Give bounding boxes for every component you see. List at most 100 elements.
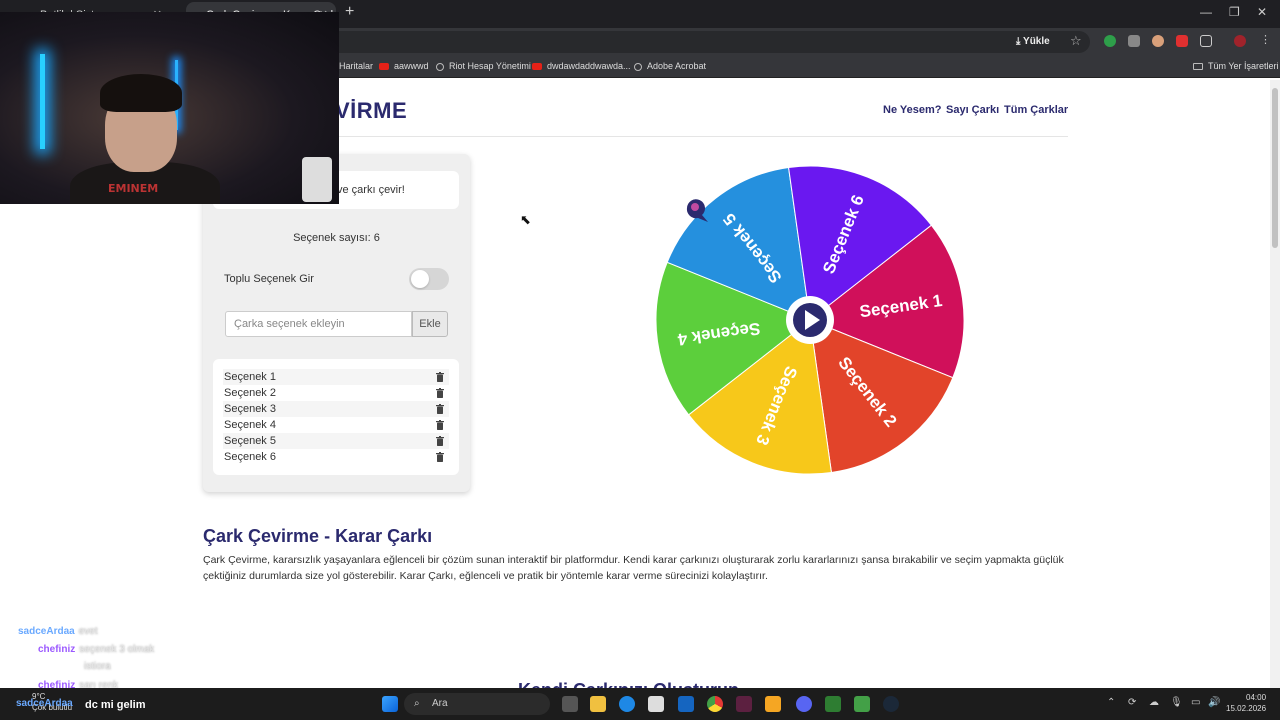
- app-icon[interactable]: [736, 696, 752, 712]
- options-panel: ve çarkı çevir! Seçenek sayısı: 6 Toplu …: [203, 154, 470, 492]
- section-paragraph: Çark Çevirme, kararsızlık yaşayanlara eğ…: [203, 554, 1064, 582]
- nav-link-ne-yesem[interactable]: Ne Yesem?: [883, 104, 942, 116]
- webcam-overlay: EMINEM: [0, 12, 339, 204]
- tray-icon[interactable]: ⟳: [1128, 697, 1136, 708]
- list-item: Seçenek 6: [223, 449, 449, 465]
- chat-message: sadceArdaa evet: [18, 626, 98, 637]
- option-input[interactable]: [225, 311, 412, 337]
- discord-icon[interactable]: [796, 696, 812, 712]
- chrome-icon[interactable]: [707, 696, 723, 712]
- trash-icon[interactable]: [436, 420, 444, 430]
- extension-icon[interactable]: [1128, 35, 1140, 47]
- extension-icon[interactable]: [1104, 35, 1116, 47]
- network-icon[interactable]: ▭: [1191, 697, 1200, 708]
- bulk-entry-toggle[interactable]: [409, 268, 449, 290]
- windows-start-icon[interactable]: [382, 696, 398, 712]
- chat-user: chefiniz: [38, 644, 76, 655]
- volume-icon[interactable]: 🔊: [1208, 697, 1220, 708]
- bookmark-label: dwdawdaddwawda...: [547, 61, 631, 71]
- bookmark-label: Riot Hesap Yönetimi: [449, 61, 531, 71]
- system-clock[interactable]: 04:00 15.02.2026: [1226, 692, 1266, 714]
- edge-icon[interactable]: [619, 696, 635, 712]
- bookmark-star-icon[interactable]: ☆: [1070, 33, 1082, 49]
- mouse-cursor-icon: ⬉: [520, 212, 531, 227]
- all-bookmarks-label: Tüm Yer İşaretleri: [1208, 61, 1279, 71]
- globe-icon: [436, 62, 444, 71]
- scroll-thumb[interactable]: [1272, 88, 1278, 248]
- wheel-pointer-icon: [686, 199, 708, 222]
- chat-message: istiora: [80, 661, 111, 672]
- mic-icon[interactable]: 🎙: [1170, 697, 1183, 708]
- chat-user: sadceArdaa: [16, 698, 73, 709]
- led-light: [40, 54, 45, 149]
- tray-icon[interactable]: ☁: [1149, 697, 1159, 708]
- chat-text: seçenek 3 olmak: [79, 644, 155, 655]
- menu-dots-icon[interactable]: ⋮: [1260, 33, 1272, 46]
- option-label: Seçenek 1: [224, 371, 276, 383]
- nav-link-tum-carklar[interactable]: Tüm Çarklar: [1004, 104, 1068, 116]
- mail-icon[interactable]: [678, 696, 694, 712]
- bookmark-item[interactable]: dwdawdaddwawda...: [532, 61, 631, 71]
- bookmark-label: Adobe Acrobat: [647, 61, 707, 71]
- chat-text: istiora: [84, 661, 111, 672]
- install-button[interactable]: ⤓ Yükle: [1016, 33, 1050, 51]
- chat-user: sadceArdaa: [18, 626, 75, 637]
- trash-icon[interactable]: [436, 372, 444, 382]
- option-label: Seçenek 2: [224, 387, 276, 399]
- list-item: Seçenek 3: [223, 401, 449, 417]
- bookmark-item[interactable]: Riot Hesap Yönetimi: [436, 61, 531, 71]
- chat-text: evet: [78, 626, 98, 637]
- mug: [302, 157, 332, 202]
- list-item: Seçenek 5: [223, 433, 449, 449]
- list-item: Seçenek 4: [223, 417, 449, 433]
- section-heading-2: Kendi Çarkınızı Oluşturun: [518, 680, 739, 688]
- add-option-button[interactable]: Ekle: [412, 311, 448, 337]
- globe-icon: [634, 62, 642, 71]
- chevron-up-icon[interactable]: ⌃: [1107, 697, 1115, 708]
- task-view-icon[interactable]: [562, 696, 578, 712]
- profile-icon[interactable]: [1234, 35, 1246, 47]
- section-heading: Çark Çevirme - Karar Çarkı: [203, 526, 433, 546]
- close-window-icon[interactable]: ✕: [1257, 5, 1267, 19]
- bookmark-item[interactable]: Adobe Acrobat: [634, 61, 706, 71]
- folder-icon: [1193, 63, 1203, 71]
- search-icon: ⌕: [414, 698, 420, 709]
- app-icon[interactable]: [825, 696, 841, 712]
- option-label: Seçenek 4: [224, 419, 276, 431]
- app-icon[interactable]: [854, 696, 870, 712]
- new-tab-icon[interactable]: +: [345, 3, 354, 21]
- extension-icon[interactable]: [1176, 35, 1188, 47]
- bookmark-label: Haritalar: [339, 61, 374, 71]
- trash-icon[interactable]: [436, 436, 444, 446]
- chat-message: chefiniz seçenek 3 olmak: [38, 644, 154, 655]
- nav-link-sayi-carki[interactable]: Sayı Çarkı: [946, 104, 999, 116]
- option-count: Seçenek sayısı: 6: [293, 232, 380, 244]
- option-label: Seçenek 5: [224, 435, 276, 447]
- bookmark-item[interactable]: aawwwd: [379, 61, 429, 71]
- taskbar-search[interactable]: ⌕ Ara: [404, 693, 550, 715]
- clock-date: 15.02.2026: [1226, 704, 1267, 713]
- bookmark-item[interactable]: Haritalar: [339, 61, 373, 71]
- install-label: Yükle: [1023, 36, 1050, 47]
- extension-icon[interactable]: [1152, 35, 1164, 47]
- app-icon[interactable]: [765, 696, 781, 712]
- steam-icon[interactable]: [883, 696, 899, 712]
- list-item: Seçenek 2: [223, 385, 449, 401]
- trash-icon[interactable]: [436, 388, 444, 398]
- trash-icon[interactable]: [436, 452, 444, 462]
- all-bookmarks[interactable]: Tüm Yer İşaretleri: [1193, 61, 1279, 71]
- minimize-icon[interactable]: —: [1200, 5, 1212, 19]
- restore-icon[interactable]: ❐: [1229, 5, 1240, 19]
- file-explorer-icon[interactable]: [590, 696, 606, 712]
- search-placeholder: Ara: [432, 698, 448, 709]
- trash-icon[interactable]: [436, 404, 444, 414]
- store-icon[interactable]: [648, 696, 664, 712]
- taskbar: 9°C Çok bulutlu sadceArdaa dc mi gelim ⌕ A…: [0, 688, 1280, 720]
- youtube-icon: [532, 63, 542, 71]
- option-label: Seçenek 6: [224, 451, 276, 463]
- site-logo[interactable]: VİRME: [335, 98, 407, 124]
- page-scrollbar[interactable]: [1270, 80, 1280, 688]
- puzzle-icon[interactable]: [1200, 35, 1212, 47]
- youtube-icon: [379, 63, 389, 71]
- options-list: Seçenek 1 Seçenek 2 Seçenek 3 Seçenek 4 …: [213, 359, 459, 475]
